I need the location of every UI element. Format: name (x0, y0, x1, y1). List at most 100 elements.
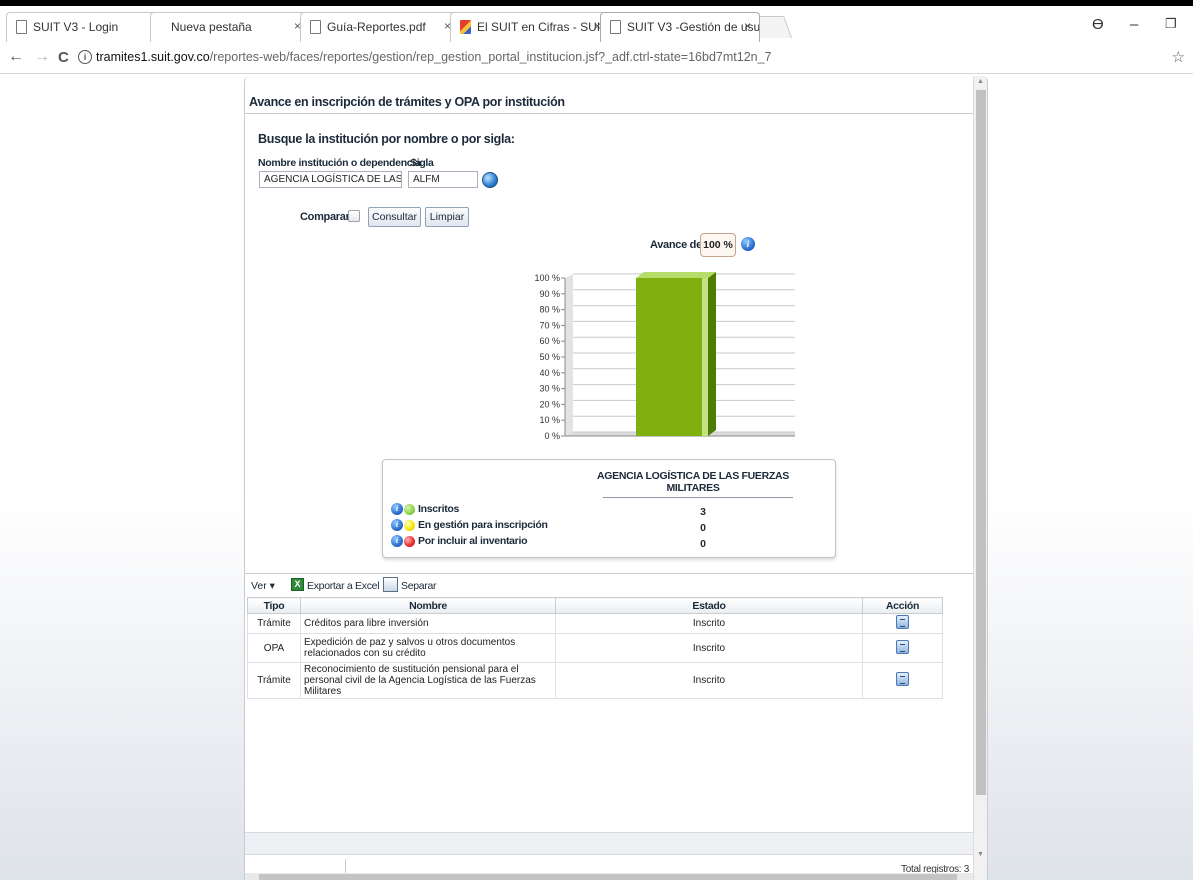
ver-menu[interactable]: Ver ▾ (251, 580, 275, 592)
tab-label: El SUIT en Cifras - SUIT (477, 20, 608, 34)
scroll-down-icon[interactable]: ▼ (977, 851, 984, 858)
column-header-nombre[interactable]: Nombre (300, 597, 556, 614)
yellow-status-icon (404, 520, 415, 531)
y-tick-label: 60 % (539, 336, 560, 346)
y-tick-label: 70 % (539, 320, 560, 330)
bar (636, 272, 716, 436)
y-tick-label: 80 % (539, 305, 560, 315)
reload-icon[interactable]: C (58, 49, 69, 66)
info-icon[interactable]: i (391, 503, 403, 515)
summary-label: En gestión para inscripción (418, 519, 548, 531)
page-icon (310, 20, 321, 34)
table-row[interactable]: Trámite Créditos para libre inversión In… (247, 613, 943, 634)
horizontal-scrollbar[interactable] (245, 873, 973, 880)
scrollbar-thumb[interactable] (259, 874, 957, 880)
tab-suit-cifras[interactable]: El SUIT en Cifras - SUIT × (450, 12, 610, 42)
url-path: /reportes-web/faces/reportes/gestion/rep… (209, 50, 772, 64)
column-header-accion[interactable]: Acción (862, 597, 943, 614)
search-heading: Busque la institución por nombre o por s… (258, 132, 515, 146)
site-info-icon[interactable]: i (78, 50, 92, 64)
institucion-label: Nombre institución o dependencia (258, 157, 421, 169)
y-tick-label: 50 % (539, 352, 560, 362)
cell-accion (862, 633, 943, 663)
tab-guia-reportes[interactable]: Guía-Reportes.pdf × (300, 12, 460, 42)
excel-icon[interactable]: X (291, 578, 304, 591)
bar-top (636, 272, 716, 278)
tab-suit-gestion[interactable]: SUIT V3 -Gestión de usu × (600, 12, 760, 42)
close-icon[interactable]: × (744, 19, 751, 33)
column-header-estado[interactable]: Estado (555, 597, 863, 614)
url-input[interactable]: i tramites1.suit.gov.co/reportes-web/fac… (76, 46, 1166, 70)
page-title: Avance en inscripción de trámites y OPA … (245, 76, 973, 114)
address-bar: ← → C i tramites1.suit.gov.co/reportes-w… (0, 42, 1193, 74)
page-icon (16, 20, 27, 34)
institucion-input[interactable]: AGENCIA LOGÍSTICA DE LAS FUER. (259, 171, 402, 188)
column-header-tipo[interactable]: Tipo (247, 597, 301, 614)
y-tick-label: 10 % (539, 415, 560, 425)
summary-row-inscritos: i Inscritos 3 (391, 503, 831, 518)
summary-label: Inscritos (418, 503, 460, 515)
tab-bar: SUIT V3 - Login × Nueva pestaña × Guía-R… (0, 6, 1193, 42)
bar-highlight (702, 278, 708, 436)
cell-nombre: Expedición de paz y salvos u otros docum… (300, 633, 556, 663)
summary-label: Por incluir al inventario (418, 535, 528, 547)
page-viewport: Avance en inscripción de trámites y OPA … (0, 75, 1193, 880)
url-host: tramites1.suit.gov.co (96, 50, 210, 64)
cell-estado: Inscrito (555, 633, 863, 663)
table-row[interactable]: Trámite Reconocimiento de sustitución pe… (247, 662, 943, 699)
plot-side-wall (565, 274, 573, 436)
cell-accion (862, 662, 943, 699)
summary-row-en-gestion: i En gestión para inscripción 0 (391, 519, 831, 534)
detail-form-icon[interactable] (896, 615, 909, 629)
summary-value: 0 (700, 538, 706, 550)
summary-row-por-incluir: i Por incluir al inventario 0 (391, 535, 831, 550)
cell-accion (862, 613, 943, 634)
cell-tipo: OPA (247, 633, 301, 663)
tab-label: SUIT V3 - Login (33, 20, 119, 34)
cell-estado: Inscrito (555, 662, 863, 699)
limpiar-button[interactable]: Limpiar (425, 207, 469, 227)
scrollbar-thumb[interactable] (976, 90, 986, 795)
y-tick-label: 100 % (534, 273, 560, 283)
table-toolbar: Ver ▾ X Exportar a Excel Separar (245, 573, 973, 595)
bookmark-star-icon[interactable]: ☆ (1172, 48, 1185, 66)
separar-button[interactable]: Separar (401, 580, 437, 592)
comparar-label: Comparar (300, 211, 350, 223)
forward-icon[interactable]: → (34, 48, 50, 66)
profile-icon[interactable]: ϴ (1092, 16, 1104, 33)
page-icon (610, 20, 621, 34)
back-icon[interactable]: ← (8, 48, 24, 66)
table-row[interactable]: OPA Expedición de paz y salvos u otros d… (247, 633, 943, 663)
sigla-input[interactable]: ALFM (408, 171, 478, 188)
progress-bar-chart: 0 % 10 % 20 % 30 % 40 % 50 % 60 % 70 % 80 % 90 % 1… (534, 272, 795, 441)
info-icon[interactable]: i (391, 519, 403, 531)
green-status-icon (404, 504, 415, 515)
info-icon[interactable]: i (391, 535, 403, 547)
cell-nombre: Reconocimiento de sustitución pensional … (300, 662, 556, 699)
comparar-checkbox[interactable] (348, 210, 360, 222)
avance-value: 100 % (700, 233, 736, 257)
summary-value: 0 (700, 522, 706, 534)
detach-icon[interactable] (383, 577, 398, 592)
status-divider (345, 859, 346, 873)
vertical-scrollbar[interactable]: ▲ ▼ (973, 76, 987, 880)
bar-side (708, 272, 716, 436)
detail-form-icon[interactable] (896, 672, 909, 686)
consultar-button[interactable]: Consultar (368, 207, 421, 227)
minimize-icon[interactable]: – (1130, 16, 1138, 33)
suit-logo-icon (460, 20, 471, 34)
tab-nueva-pestana[interactable]: Nueva pestaña × (150, 12, 310, 42)
scroll-up-icon[interactable]: ▲ (977, 78, 984, 85)
restore-icon[interactable]: ❐ (1165, 16, 1177, 32)
tab-label: SUIT V3 -Gestión de usu (627, 20, 760, 34)
export-excel-button[interactable]: Exportar a Excel (307, 580, 380, 592)
y-tick-label: 20 % (539, 399, 560, 409)
cell-tipo: Trámite (247, 613, 301, 634)
cell-tipo: Trámite (247, 662, 301, 699)
summary-value: 3 (700, 506, 706, 518)
info-icon[interactable]: i (741, 237, 755, 251)
detail-form-icon[interactable] (896, 639, 909, 654)
results-table: Tipo Nombre Estado Acción Trámite Crédit… (247, 597, 943, 699)
sigla-label: Sigla (410, 157, 434, 169)
globe-search-icon[interactable] (482, 172, 498, 188)
